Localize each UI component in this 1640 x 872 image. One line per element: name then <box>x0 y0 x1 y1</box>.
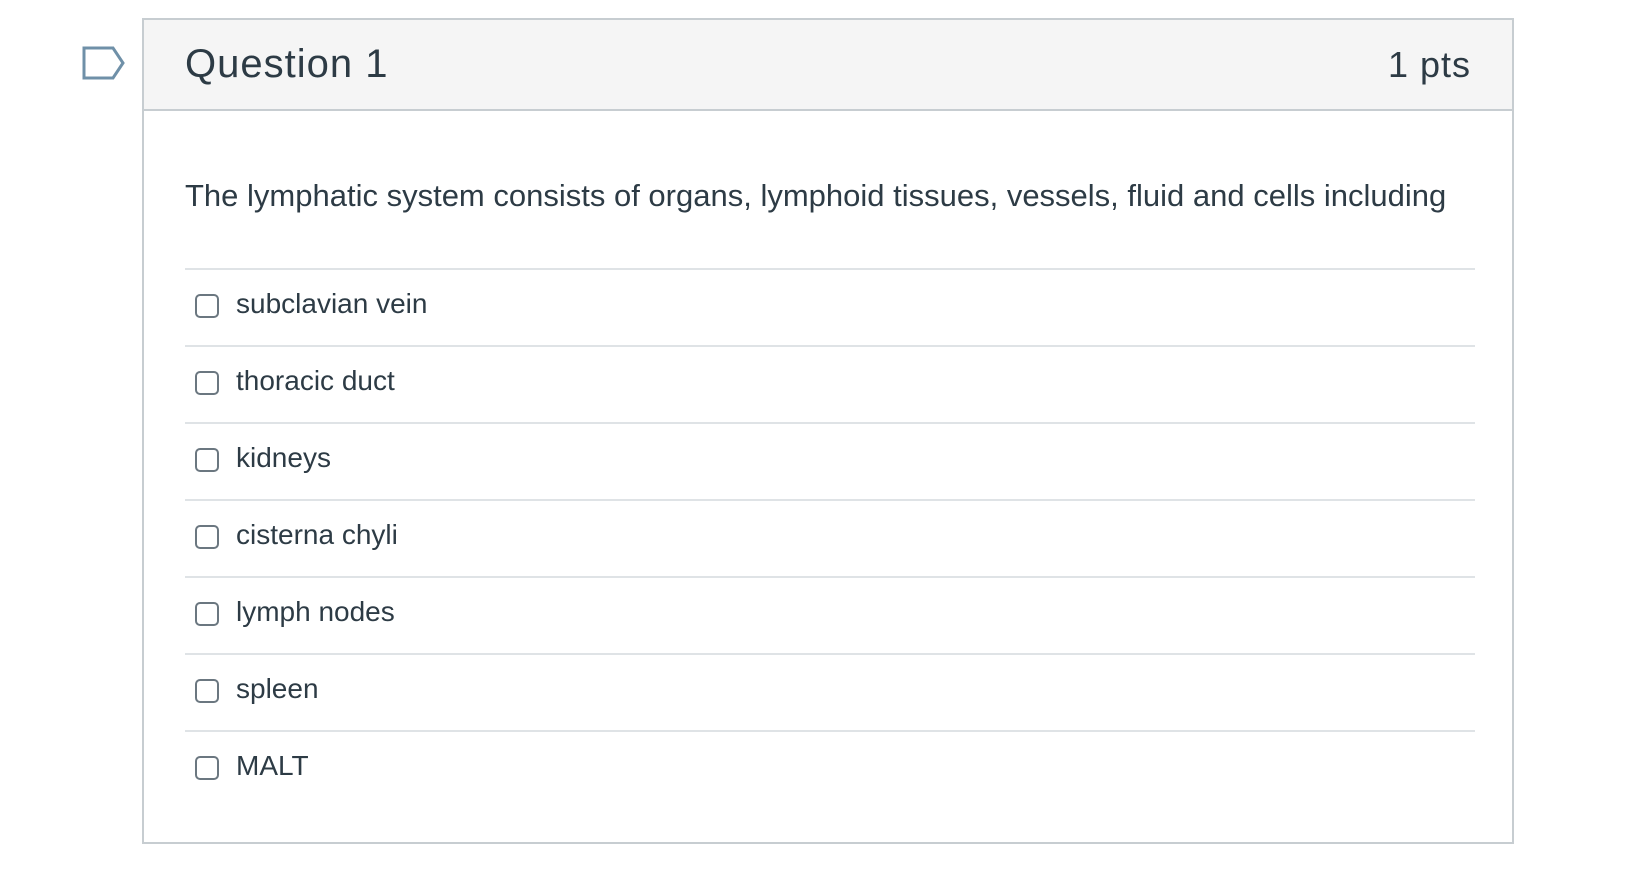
checkbox-icon[interactable] <box>195 448 219 472</box>
answer-label: lymph nodes <box>236 596 395 627</box>
flag-question-icon[interactable] <box>82 46 126 80</box>
answer-option[interactable]: cisterna chyli <box>185 499 1475 576</box>
question-card: Question 1 1 pts The lymphatic system co… <box>142 18 1514 844</box>
checkbox-icon[interactable] <box>195 602 219 626</box>
answer-option[interactable]: thoracic duct <box>185 345 1475 422</box>
checkbox-icon[interactable] <box>195 525 219 549</box>
question-points: 1 pts <box>1387 44 1471 85</box>
question-title: Question 1 <box>185 42 389 86</box>
answer-list: subclavian vein thoracic duct kidneys ci… <box>185 268 1475 807</box>
answer-label: kidneys <box>236 442 331 473</box>
question-header: Question 1 1 pts <box>144 20 1512 111</box>
answer-option[interactable]: MALT <box>185 730 1475 807</box>
answer-label: subclavian vein <box>236 288 428 319</box>
answer-option[interactable]: lymph nodes <box>185 576 1475 653</box>
quiz-page: Question 1 1 pts The lymphatic system co… <box>0 0 1640 872</box>
checkbox-icon[interactable] <box>195 679 219 703</box>
checkbox-icon[interactable] <box>195 294 219 318</box>
answer-label: spleen <box>236 673 319 704</box>
answer-option[interactable]: subclavian vein <box>185 268 1475 345</box>
answer-option[interactable]: kidneys <box>185 422 1475 499</box>
checkbox-icon[interactable] <box>195 371 219 395</box>
answer-label: cisterna chyli <box>236 519 398 550</box>
answer-option[interactable]: spleen <box>185 653 1475 730</box>
answer-label: thoracic duct <box>236 365 395 396</box>
question-text: The lymphatic system consists of organs,… <box>185 178 1447 213</box>
checkbox-icon[interactable] <box>195 756 219 780</box>
answer-label: MALT <box>236 750 309 781</box>
